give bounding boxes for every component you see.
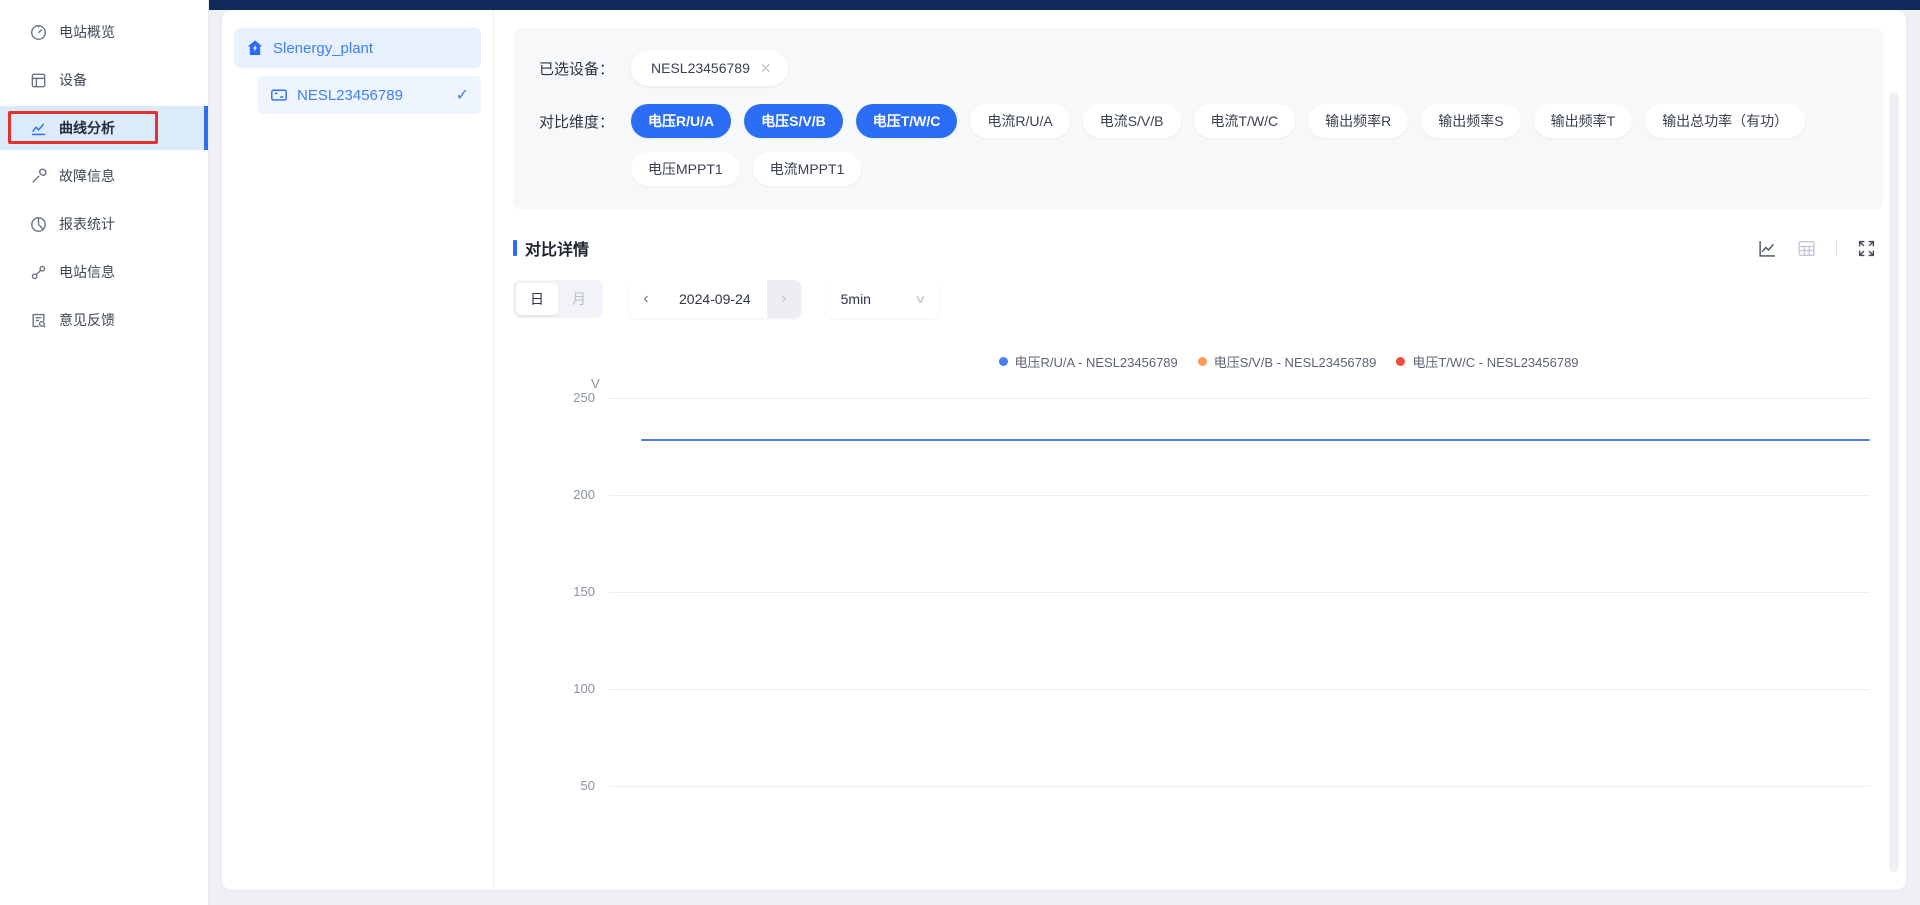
chip-voltage-svb[interactable]: 电压S/V/B [744, 104, 843, 138]
dimension-chips-row1: 电压R/U/A 电压S/V/B 电压T/W/C 电流R/U/A 电流S/V/B … [631, 104, 1805, 138]
sidebar-item-label: 意见反馈 [59, 310, 115, 330]
legend-dot-blue [998, 357, 1007, 366]
pie-chart-icon [30, 216, 47, 233]
detail-section-header: 对比详情 [513, 236, 1884, 260]
y-tick-150: 150 [513, 584, 595, 599]
curve-analysis-icon [30, 120, 47, 137]
gridline-100 [609, 689, 1870, 690]
chip-current-svb[interactable]: 电流S/V/B [1083, 104, 1181, 138]
fullscreen-icon[interactable] [1857, 239, 1876, 258]
close-icon[interactable]: ✕ [760, 60, 772, 77]
sidebar-item-label: 设备 [59, 70, 87, 90]
selected-device-row: 已选设备： NESL23456789 ✕ [539, 50, 1858, 86]
next-date-button[interactable]: › [767, 280, 801, 318]
sidebar-item-devices[interactable]: 设备 [0, 58, 208, 102]
main-panel: Slenergy_plant NESL23456789 ✓ 已选设备： NESL… [222, 10, 1906, 890]
sidebar-item-feedback[interactable]: 意见反馈 [0, 298, 208, 342]
prev-date-button[interactable]: ‹ [629, 280, 663, 318]
table-view-icon[interactable] [1797, 239, 1816, 258]
device-name: NESL23456789 [297, 87, 403, 104]
gauge-icon [30, 24, 47, 41]
granularity-day-button[interactable]: 日 [516, 283, 558, 315]
legend-item[interactable]: 电压T/W/C - NESL23456789 [1396, 352, 1578, 371]
legend-label: 电压S/V/B - NESL23456789 [1214, 352, 1377, 371]
sidebar-item-label: 曲线分析 [59, 118, 115, 138]
dimensions-row-2: 电压MPPT1 电流MPPT1 [539, 152, 1858, 186]
legend-label: 电压R/U/A - NESL23456789 [1014, 352, 1177, 371]
chip-voltage-twc[interactable]: 电压T/W/C [856, 104, 958, 138]
plant-house-icon [246, 39, 264, 57]
chip-freq-s[interactable]: 输出频率S [1421, 104, 1520, 138]
granularity-segmented-control: 日 月 [513, 280, 603, 318]
tree-node-plant[interactable]: Slenergy_plant [234, 28, 481, 68]
interval-value: 5min [841, 291, 871, 307]
legend-dot-red [1396, 357, 1405, 366]
gridline-150 [609, 592, 1870, 593]
legend-item[interactable]: 电压S/V/B - NESL23456789 [1198, 352, 1377, 371]
y-tick-100: 100 [513, 681, 595, 696]
feedback-icon [30, 312, 47, 329]
legend-label: 电压T/W/C - NESL23456789 [1412, 352, 1578, 371]
chip-current-mppt1[interactable]: 电流MPPT1 [753, 152, 862, 186]
sidebar-item-label: 故障信息 [59, 166, 115, 186]
sidebar-item-plant-info[interactable]: 电站信息 [0, 250, 208, 294]
interval-dropdown[interactable]: 5min ∨ [827, 280, 939, 318]
dimensions-label: 对比维度： [539, 111, 631, 132]
y-tick-50: 50 [513, 778, 595, 793]
legend-item[interactable]: 电压R/U/A - NESL23456789 [998, 352, 1177, 371]
date-value[interactable]: 2024-09-24 [663, 291, 767, 307]
sidebar-item-report-stats[interactable]: 报表统计 [0, 202, 208, 246]
vertical-scrollbar[interactable] [1889, 92, 1899, 872]
y-axis-unit: V [591, 376, 600, 391]
chip-current-twc[interactable]: 电流T/W/C [1194, 104, 1296, 138]
legend-dot-orange [1198, 357, 1207, 366]
sidebar-item-curve-analysis[interactable]: 曲线分析 [0, 106, 208, 150]
section-title: 对比详情 [513, 236, 589, 260]
sidebar-item-label: 电站信息 [59, 262, 115, 282]
sidebar-item-label: 电站概览 [59, 22, 115, 42]
gridline-250 [609, 398, 1870, 399]
chevron-down-icon: ∨ [914, 292, 926, 306]
content-pane: 已选设备： NESL23456789 ✕ 对比维度： 电压R/U/A 电压S/V… [494, 10, 1906, 890]
y-tick-200: 200 [513, 487, 595, 502]
granularity-month-button[interactable]: 月 [558, 283, 600, 315]
plug-icon [30, 264, 47, 281]
chip-voltage-mppt1[interactable]: 电压MPPT1 [631, 152, 740, 186]
selected-device-chip[interactable]: NESL23456789 ✕ [631, 50, 788, 86]
voltage-series-line [641, 439, 1870, 441]
line-chart-view-icon[interactable] [1758, 239, 1777, 258]
dimension-chips-row2: 电压MPPT1 电流MPPT1 [631, 152, 861, 186]
toolbar-divider [1836, 240, 1837, 256]
filter-card: 已选设备： NESL23456789 ✕ 对比维度： 电压R/U/A 电压S/V… [513, 28, 1884, 210]
inverter-icon [270, 86, 288, 104]
chip-total-active-power[interactable]: 输出总功率（有功） [1645, 104, 1805, 138]
plant-name: Slenergy_plant [273, 40, 373, 57]
check-icon: ✓ [456, 85, 469, 105]
chip-voltage-rua[interactable]: 电压R/U/A [631, 104, 731, 138]
sidebar-item-fault-info[interactable]: 故障信息 [0, 154, 208, 198]
view-toolbar [1758, 239, 1884, 258]
gridline-200 [609, 495, 1870, 496]
chart-controls: 日 月 ‹ 2024-09-24 › 5min ∨ [513, 280, 1884, 318]
sidebar-item-label: 报表统计 [59, 214, 115, 234]
date-navigator: ‹ 2024-09-24 › [629, 280, 801, 318]
selected-device-label: 已选设备： [539, 58, 631, 79]
gridline-50 [609, 786, 1870, 787]
tree-node-device[interactable]: NESL23456789 ✓ [258, 76, 481, 114]
dimensions-row: 对比维度： 电压R/U/A 电压S/V/B 电压T/W/C 电流R/U/A 电流… [539, 104, 1858, 138]
sidebar: 电站概览 设备 曲线分析 故障信息 报表统计 电站信息 意见反馈 [0, 0, 209, 905]
chip-freq-r[interactable]: 输出频率R [1308, 104, 1408, 138]
chart-legend: 电压R/U/A - NESL23456789 电压S/V/B - NESL234… [998, 352, 1578, 371]
device-tree-pane: Slenergy_plant NESL23456789 ✓ [222, 10, 494, 890]
selected-device-chip-text: NESL23456789 [651, 60, 750, 76]
y-tick-250: 250 [513, 390, 595, 405]
wrench-icon [30, 168, 47, 185]
sidebar-item-plant-overview[interactable]: 电站概览 [0, 10, 208, 54]
chip-current-rua[interactable]: 电流R/U/A [970, 104, 1069, 138]
top-navy-bar [209, 0, 1920, 10]
chip-freq-t[interactable]: 输出频率T [1534, 104, 1633, 138]
comparison-chart: 电压R/U/A - NESL23456789 电压S/V/B - NESL234… [513, 330, 1884, 875]
device-list-icon [30, 72, 47, 89]
